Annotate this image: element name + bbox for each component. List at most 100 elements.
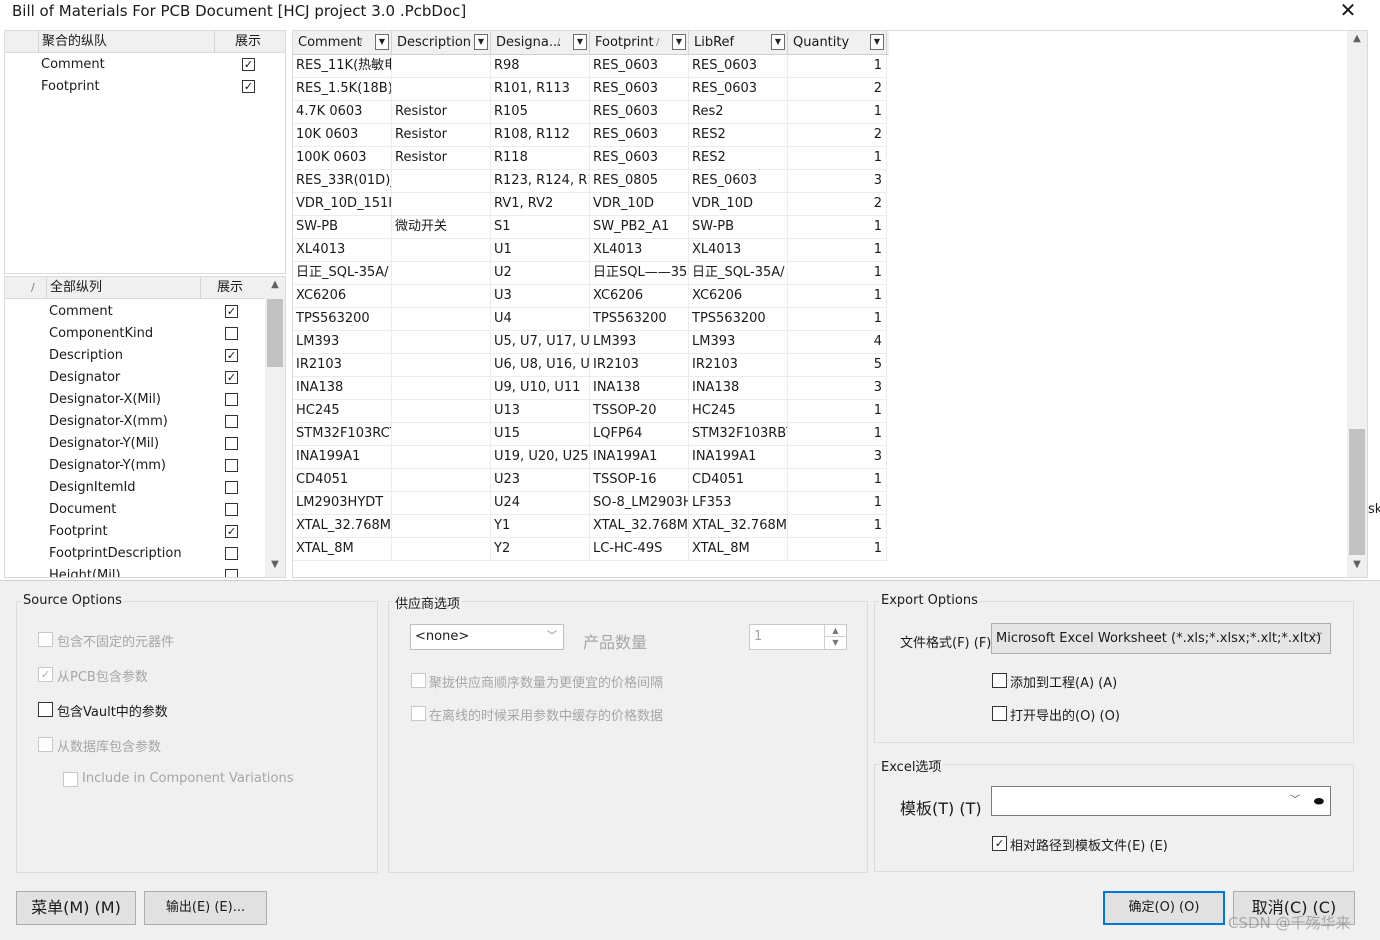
- table-row[interactable]: HC245 U13 TSSOP-20 HC245 1: [293, 400, 887, 423]
- filter-dropdown-icon[interactable]: ▼: [771, 34, 785, 50]
- column-show-checkbox[interactable]: [225, 547, 238, 560]
- filter-dropdown-icon[interactable]: ▼: [870, 34, 884, 50]
- grouped-column-label: Comment: [41, 57, 105, 72]
- source-option-label[interactable]: 从PCB包含参数: [57, 666, 148, 685]
- table-row[interactable]: LM393 U5, U7, U17, U: LM393 LM393 4: [293, 331, 887, 354]
- file-format-select[interactable]: Microsoft Excel Worksheet (*.xls;*.xlsx;…: [991, 623, 1331, 654]
- column-show-checkbox[interactable]: [225, 481, 238, 494]
- source-option-label[interactable]: 包含不固定的元器件: [57, 631, 174, 650]
- table-row[interactable]: RES_33R(01D)_(R123, R124, R1 RES_0805 RES_…: [293, 170, 887, 193]
- bom-column-header[interactable]: Footprint / ▼: [590, 31, 689, 55]
- relative-path-label[interactable]: 相对路径到模板文件(E) (E): [1010, 835, 1168, 854]
- table-row[interactable]: IR2103 U6, U8, U16, U IR2103 IR2103 5: [293, 354, 887, 377]
- all-columns-scroll-thumb[interactable]: [267, 299, 283, 367]
- grouped-columns-header-label[interactable]: 聚合的纵队: [39, 31, 215, 53]
- column-show-checkbox[interactable]: ✓: [225, 305, 238, 318]
- table-row[interactable]: XTAL_8M Y2 LC-HC-49S XTAL_8M 1: [293, 538, 887, 561]
- browse-icon[interactable]: ⬬: [1314, 787, 1324, 815]
- table-cell: IR2103: [590, 354, 689, 376]
- table-cell: RES_0603: [689, 55, 788, 77]
- source-option-checkbox[interactable]: [38, 737, 53, 752]
- source-option-checkbox[interactable]: [38, 702, 53, 717]
- filter-dropdown-icon[interactable]: ▼: [672, 34, 686, 50]
- chevron-down-icon[interactable]: ﹀: [1290, 787, 1300, 815]
- template-select[interactable]: ﹀ ⬬: [991, 786, 1331, 816]
- source-option-label[interactable]: 包含Vault中的参数: [57, 701, 168, 720]
- table-row[interactable]: INA199A1 U19, U20, U25 INA199A1 INA199A1 3: [293, 446, 887, 469]
- bom-column-header[interactable]: Quantity ▼: [788, 31, 887, 55]
- scroll-down-icon[interactable]: ▼: [265, 559, 285, 575]
- filter-dropdown-icon[interactable]: ▼: [474, 34, 488, 50]
- product-quantity-input[interactable]: 1 ▲ ▼: [749, 624, 847, 650]
- supplier-select[interactable]: <none> ﹀: [410, 624, 564, 650]
- table-row[interactable]: RES_1.5K(18B)_(R101, R113RES_0603RES_060…: [293, 78, 887, 101]
- table-row[interactable]: XTAL_32.768M Y1 XTAL_32.768M XTAL_32.768M 1: [293, 515, 887, 538]
- source-option-checkbox[interactable]: [63, 772, 78, 787]
- table-row[interactable]: 10K 0603 Resistor R108, R112 RES_0603 RES2 2: [293, 124, 887, 147]
- column-show-checkbox[interactable]: ✓: [225, 525, 238, 538]
- ok-button[interactable]: 确定(O) (O): [1103, 891, 1225, 925]
- column-show-checkbox[interactable]: [225, 459, 238, 472]
- column-show-checkbox[interactable]: [225, 569, 238, 577]
- source-option-checkbox[interactable]: [38, 632, 53, 647]
- table-row[interactable]: XC6206 U3 XC6206 XC6206 1: [293, 285, 887, 308]
- table-row[interactable]: STM32F103RCT U15 LQFP64 STM32F103RBT 1: [293, 423, 887, 446]
- spin-up-icon[interactable]: ▲: [824, 625, 846, 637]
- grouped-column-show-checkbox[interactable]: ✓: [242, 58, 255, 71]
- table-row[interactable]: LM2903HYDT U24 SO-8_LM2903H LF353 1: [293, 492, 887, 515]
- bom-column-header[interactable]: Comment / ▼: [293, 31, 392, 55]
- all-columns-sort[interactable]: /: [5, 277, 47, 299]
- table-row[interactable]: 日正_SQL-35A/U2 日正SQL——35 日正_SQL-35A/1: [293, 262, 887, 285]
- scroll-up-icon[interactable]: ▲: [265, 279, 285, 295]
- add-to-project-checkbox[interactable]: [992, 673, 1007, 688]
- all-columns-scrollbar[interactable]: ▲ ▼: [265, 277, 285, 577]
- table-row[interactable]: 4.7K 0603 Resistor R105 RES_0603 Res2 1: [293, 101, 887, 124]
- all-columns-header-label[interactable]: 全部纵列: [47, 277, 201, 299]
- supplier-option-label[interactable]: 在离线的时候采用参数中缓存的价格数据: [429, 705, 663, 724]
- supplier-option-checkbox[interactable]: [411, 673, 426, 688]
- table-row[interactable]: TPS563200 U4 TPS563200 TPS563200 1: [293, 308, 887, 331]
- table-row[interactable]: CD4051 U23 TSSOP-16 CD4051 1: [293, 469, 887, 492]
- column-show-checkbox[interactable]: [225, 415, 238, 428]
- table-row[interactable]: SW-PB 微动开关 S1 SW_PB2_A1 SW-PB 1: [293, 216, 887, 239]
- column-show-checkbox[interactable]: [225, 393, 238, 406]
- open-exported-checkbox[interactable]: [992, 706, 1007, 721]
- column-show-checkbox[interactable]: [225, 503, 238, 516]
- grouped-columns-show-header[interactable]: 展示: [215, 31, 285, 53]
- all-columns-show-header[interactable]: 展示: [201, 277, 265, 299]
- bom-column-header[interactable]: Description ▼: [392, 31, 491, 55]
- filter-dropdown-icon[interactable]: ▼: [573, 34, 587, 50]
- table-cell: IR2103: [689, 354, 788, 376]
- open-exported-label[interactable]: 打开导出的(O) (O): [1010, 705, 1120, 724]
- filter-dropdown-icon[interactable]: ▼: [375, 34, 389, 50]
- relative-path-checkbox[interactable]: ✓: [992, 836, 1007, 851]
- bom-table-scrollbar[interactable]: ▲ ▼: [1347, 31, 1367, 577]
- bom-table-scroll-thumb[interactable]: [1349, 429, 1365, 555]
- column-show-checkbox[interactable]: ✓: [225, 349, 238, 362]
- grouped-columns-sort[interactable]: [5, 31, 39, 53]
- column-show-checkbox[interactable]: [225, 327, 238, 340]
- bom-column-header[interactable]: LibRef ▼: [689, 31, 788, 55]
- table-row[interactable]: INA138 U9, U10, U11 INA138 INA138 3: [293, 377, 887, 400]
- bom-column-header[interactable]: Designa... / ▼: [491, 31, 590, 55]
- scroll-up-icon[interactable]: ▲: [1347, 33, 1367, 49]
- table-row[interactable]: 100K 0603 Resistor R118 RES_0603 RES2 1: [293, 147, 887, 170]
- table-row[interactable]: XL4013 U1 XL4013 XL4013 1: [293, 239, 887, 262]
- supplier-option-checkbox[interactable]: [411, 706, 426, 721]
- column-show-checkbox[interactable]: ✓: [225, 371, 238, 384]
- supplier-option-label[interactable]: 聚拢供应商顺序数量为更便宜的价格间隔: [429, 672, 663, 691]
- spin-down-icon[interactable]: ▼: [824, 637, 846, 649]
- table-row[interactable]: VDR_10D_151K RV1, RV2 VDR_10D VDR_10D 2: [293, 193, 887, 216]
- source-option-label[interactable]: Include in Component Variations: [82, 771, 294, 786]
- column-show-checkbox[interactable]: [225, 437, 238, 450]
- export-button[interactable]: 输出(E) (E)...: [144, 891, 267, 925]
- menu-button[interactable]: 菜单(M) (M): [16, 891, 136, 925]
- source-option-label[interactable]: 从数据库包含参数: [57, 736, 161, 755]
- close-icon[interactable]: ✕: [1336, 0, 1360, 22]
- add-to-project-label[interactable]: 添加到工程(A) (A): [1010, 672, 1117, 691]
- table-cell: U5, U7, U17, U:: [491, 331, 590, 353]
- source-option-checkbox[interactable]: ✓: [38, 667, 53, 682]
- table-row[interactable]: RES_11K(热敏电 R98 RES_0603 RES_0603 1: [293, 55, 887, 78]
- grouped-column-show-checkbox[interactable]: ✓: [242, 80, 255, 93]
- scroll-down-icon[interactable]: ▼: [1347, 559, 1367, 575]
